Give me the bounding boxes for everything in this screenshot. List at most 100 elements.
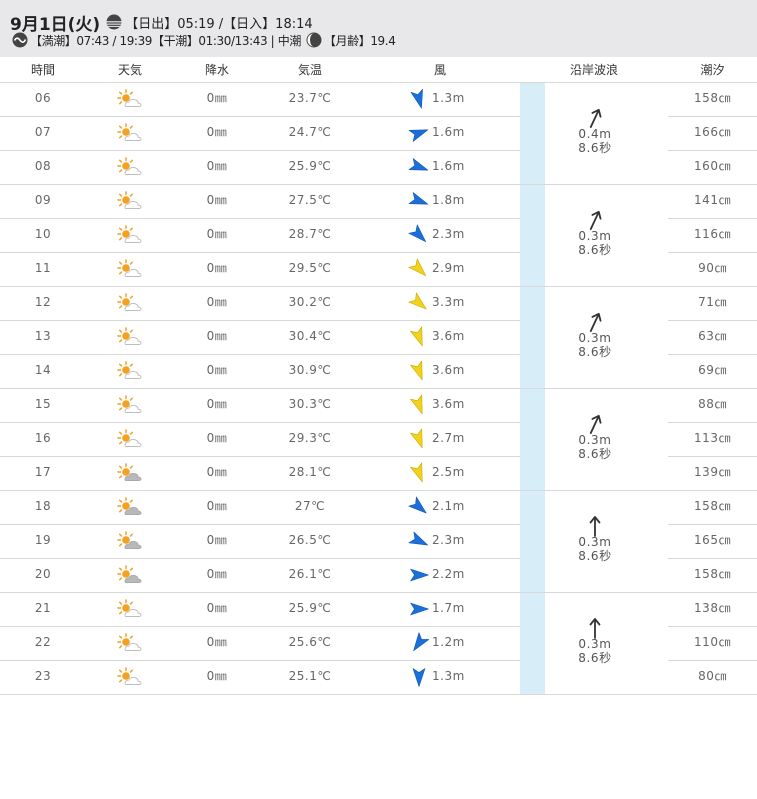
wave-period: 8.6秒 <box>578 447 612 461</box>
hour-cell: 12 <box>34 295 52 309</box>
wind-speed: 1.6m <box>432 159 465 173</box>
rain-cell: 0㎜ <box>206 397 228 411</box>
tide-cell: 110㎝ <box>694 635 731 649</box>
wave-height: 0.4m <box>578 127 612 141</box>
table-header: 時間 天気 降水 気温 風 沿岸波浪 潮汐 <box>0 57 757 83</box>
wind-direction-icon <box>410 602 429 616</box>
col-header-waves: 沿岸波浪 <box>569 63 618 77</box>
wave-period: 8.6秒 <box>578 141 612 155</box>
hour-cell: 10 <box>34 227 52 241</box>
sunny-cloudy-icon <box>117 259 142 277</box>
tide-cell: 69㎝ <box>698 363 727 377</box>
hour-cell: 20 <box>34 567 52 581</box>
wave-forecast: 0.3m 8.6秒 <box>545 389 645 491</box>
temp-cell: 30.3℃ <box>288 397 332 411</box>
hour-cell: 23 <box>34 669 52 683</box>
temp-cell: 23.7℃ <box>288 91 332 105</box>
wave-height: 0.3m <box>578 637 612 651</box>
rain-cell: 0㎜ <box>206 295 228 309</box>
col-header-tide: 潮汐 <box>700 63 725 77</box>
hour-cell: 19 <box>34 533 52 547</box>
day-header: 9月1日(火) 【日出】05:19 /【日入】18:14 【満潮】07:43 /… <box>0 0 757 57</box>
wind-speed: 3.6m <box>432 329 465 343</box>
wind-direction-icon <box>408 129 429 142</box>
sunny-cloudy-icon <box>117 429 142 447</box>
wind-speed: 2.1m <box>432 499 465 513</box>
wind-direction-icon <box>410 428 423 449</box>
temp-cell: 26.1℃ <box>288 567 332 581</box>
wind-speed: 1.8m <box>432 193 465 207</box>
temp-cell: 27.5℃ <box>288 193 332 207</box>
wave-height: 0.3m <box>578 535 612 549</box>
wind-direction-icon <box>410 462 423 483</box>
sunny-cloudy-icon <box>117 157 142 175</box>
cloudy-sun-icon <box>117 497 142 515</box>
col-header-time: 時間 <box>30 63 55 77</box>
tide-cell: 158㎝ <box>694 567 731 581</box>
wind-direction-icon <box>408 496 427 514</box>
hour-cell: 22 <box>34 635 52 649</box>
rain-cell: 0㎜ <box>206 669 228 683</box>
col-header-temp: 気温 <box>297 63 322 77</box>
sunny-cloudy-icon <box>117 395 142 413</box>
rain-cell: 0㎜ <box>206 533 228 547</box>
temp-cell: 30.9℃ <box>288 363 332 377</box>
wind-direction-icon <box>410 394 423 415</box>
rain-cell: 0㎜ <box>206 431 228 445</box>
wave-direction-icon <box>589 108 602 128</box>
tide-cell: 80㎝ <box>698 669 727 683</box>
rain-cell: 0㎜ <box>206 465 228 479</box>
cloudy-sun-icon <box>117 531 142 549</box>
rain-cell: 0㎜ <box>206 601 228 615</box>
sunny-cloudy-icon <box>117 361 142 379</box>
wind-speed: 2.3m <box>432 227 465 241</box>
moon-age: 【月齢】19.4 <box>323 33 396 48</box>
rain-cell: 0㎜ <box>206 125 228 139</box>
wind-speed: 2.9m <box>432 261 465 275</box>
wind-speed: 1.7m <box>432 601 465 615</box>
cloudy-sun-icon <box>117 565 142 583</box>
wind-speed: 2.5m <box>432 465 465 479</box>
rain-cell: 0㎜ <box>206 261 228 275</box>
wind-speed: 1.6m <box>432 125 465 139</box>
wind-speed: 3.6m <box>432 397 465 411</box>
header-line-sun: 9月1日(火) 【日出】05:19 /【日入】18:14 <box>10 11 313 35</box>
temp-cell: 28.1℃ <box>288 465 332 479</box>
moon-phase-icon <box>306 32 322 48</box>
tide-cell: 88㎝ <box>698 397 727 411</box>
hour-cell: 07 <box>34 125 52 139</box>
sunny-cloudy-icon <box>117 599 142 617</box>
hour-cell: 17 <box>34 465 52 479</box>
tide-cell: 141㎝ <box>694 193 731 207</box>
wind-direction-icon <box>408 224 427 243</box>
rain-cell: 0㎜ <box>206 499 228 513</box>
wave-height: 0.3m <box>578 331 612 345</box>
hour-cell: 14 <box>34 363 52 377</box>
wind-speed: 2.7m <box>432 431 465 445</box>
wind-speed: 2.3m <box>432 533 465 547</box>
wind-speed: 2.2m <box>432 567 465 581</box>
wind-direction-icon <box>408 158 429 171</box>
wind-direction-icon <box>408 292 427 310</box>
temp-cell: 27℃ <box>294 499 326 513</box>
wave-direction-icon <box>589 312 602 332</box>
wave-period: 8.6秒 <box>578 345 612 359</box>
tide-cell: 139㎝ <box>694 465 731 479</box>
tide-cell: 166㎝ <box>694 125 731 139</box>
temp-cell: 30.2℃ <box>288 295 332 309</box>
temp-cell: 25.1℃ <box>288 669 332 683</box>
rain-cell: 0㎜ <box>206 363 228 377</box>
wave-period: 8.6秒 <box>578 651 612 665</box>
tide-cell: 113㎝ <box>694 431 731 445</box>
wave-period: 8.6秒 <box>578 549 612 563</box>
temp-cell: 25.9℃ <box>288 159 332 173</box>
hour-cell: 15 <box>34 397 52 411</box>
sunrise-sunset-icon <box>106 14 123 30</box>
wind-direction-icon <box>408 531 428 546</box>
sunny-cloudy-icon <box>117 293 142 311</box>
wind-direction-icon <box>408 192 429 205</box>
sunny-cloudy-icon <box>117 225 142 243</box>
hour-cell: 16 <box>34 431 52 445</box>
temp-cell: 29.5℃ <box>288 261 332 275</box>
wave-forecast: 0.3m 8.6秒 <box>545 593 645 695</box>
